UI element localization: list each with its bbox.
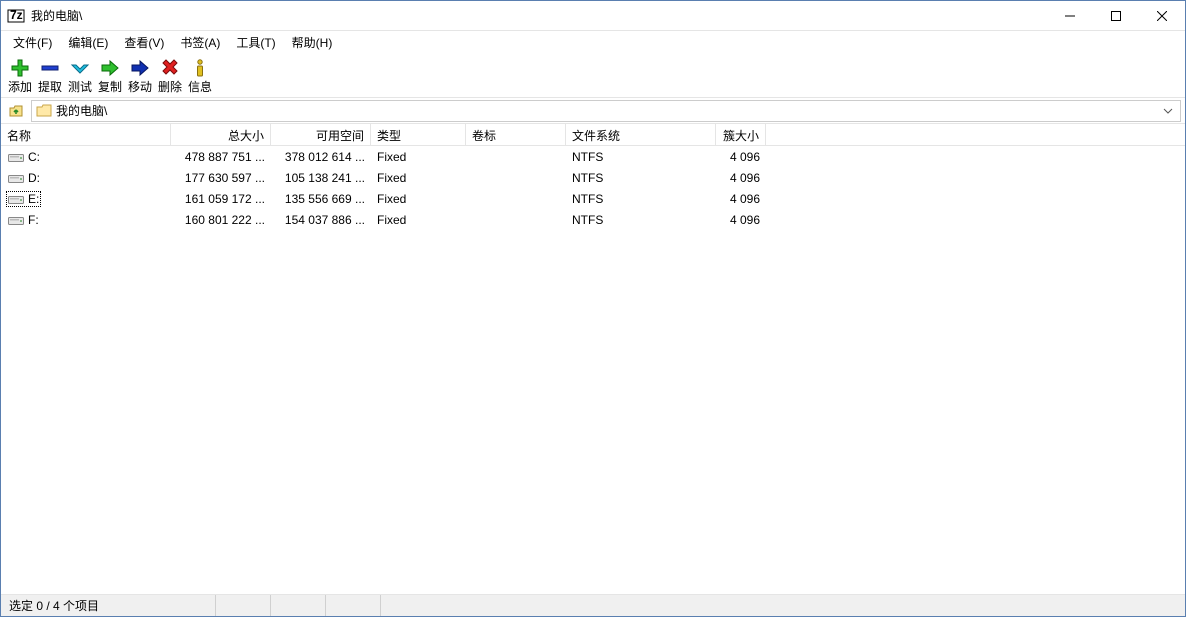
menu-help[interactable]: 帮助(H) — [284, 32, 341, 53]
file-list[interactable]: 名称 总大小 可用空间 类型 卷标 文件系统 簇大小 C: 478 887 751… — [1, 124, 1185, 594]
x-icon — [159, 57, 181, 79]
cell-label — [466, 176, 566, 180]
cell-cluster: 4 096 — [716, 148, 766, 166]
table-row[interactable]: E: 161 059 172 ...135 556 669 ...Fixed NTF… — [1, 188, 1185, 209]
info-button[interactable]: 信息 — [185, 55, 215, 97]
status-blank-1 — [216, 595, 271, 616]
info-label: 信息 — [188, 79, 212, 95]
extract-label: 提取 — [38, 79, 62, 95]
table-row[interactable]: C: 478 887 751 ...378 012 614 ...Fixed NTF… — [1, 146, 1185, 167]
col-header-cluster[interactable]: 簇大小 — [716, 124, 766, 145]
titlebar: 7z 我的电脑\ — [1, 1, 1185, 31]
extract-button[interactable]: 提取 — [35, 55, 65, 97]
arrow-right-hollow-icon — [99, 57, 121, 79]
drive-icon — [8, 172, 24, 184]
drive-name: D: — [28, 171, 40, 185]
add-button[interactable]: 添加 — [5, 55, 35, 97]
menu-edit[interactable]: 编辑(E) — [60, 32, 116, 53]
cell-type: Fixed — [371, 211, 466, 229]
app-icon: 7z — [7, 7, 25, 25]
cell-type: Fixed — [371, 148, 466, 166]
app-window: 7z 我的电脑\ 文件(F) 编辑(E) 查看(V) 书签(A) 工具(T) 帮… — [0, 0, 1186, 617]
drive-name: F: — [28, 213, 39, 227]
toolbar: 添加 提取 测试 复制 移动 — [1, 53, 1185, 98]
addressbar: 我的电脑\ — [1, 98, 1185, 124]
arrow-right-icon — [129, 57, 151, 79]
col-header-type[interactable]: 类型 — [371, 124, 466, 145]
drive-name: E: — [28, 192, 39, 206]
statusbar: 选定 0 / 4 个项目 — [1, 594, 1185, 616]
col-header-size[interactable]: 总大小 — [171, 124, 271, 145]
test-button[interactable]: 测试 — [65, 55, 95, 97]
window-controls — [1047, 1, 1185, 31]
cell-size: 161 059 172 ... — [171, 190, 271, 208]
cell-label — [466, 218, 566, 222]
address-text: 我的电脑\ — [56, 102, 1160, 119]
folder-icon — [36, 103, 52, 119]
cell-cluster: 4 096 — [716, 169, 766, 187]
cell-free: 105 138 241 ... — [271, 169, 371, 187]
move-button[interactable]: 移动 — [125, 55, 155, 97]
col-header-fs[interactable]: 文件系统 — [566, 124, 716, 145]
drive-name: C: — [28, 150, 40, 164]
menu-file[interactable]: 文件(F) — [5, 32, 60, 53]
col-header-name[interactable]: 名称 — [1, 124, 171, 145]
address-field[interactable]: 我的电脑\ — [31, 100, 1181, 122]
cell-free: 154 037 886 ... — [271, 211, 371, 229]
cell-free: 135 556 669 ... — [271, 190, 371, 208]
cell-name: D: — [1, 169, 171, 187]
cell-fs: NTFS — [566, 190, 716, 208]
cell-type: Fixed — [371, 190, 466, 208]
column-headers: 名称 总大小 可用空间 类型 卷标 文件系统 簇大小 — [1, 124, 1185, 146]
info-icon — [189, 57, 211, 79]
minimize-button[interactable] — [1047, 1, 1093, 31]
minus-icon — [39, 57, 61, 79]
menubar: 文件(F) 编辑(E) 查看(V) 书签(A) 工具(T) 帮助(H) — [1, 31, 1185, 53]
rows-container: C:478 887 751 ...378 012 614 ...FixedNTF… — [1, 146, 1185, 230]
move-label: 移动 — [128, 79, 152, 95]
menu-bookmark[interactable]: 书签(A) — [172, 32, 228, 53]
cell-size: 478 887 751 ... — [171, 148, 271, 166]
delete-label: 删除 — [158, 79, 182, 95]
col-header-free[interactable]: 可用空间 — [271, 124, 371, 145]
cell-name: E: — [1, 190, 171, 208]
address-dropdown[interactable] — [1160, 101, 1176, 121]
cell-size: 160 801 222 ... — [171, 211, 271, 229]
drive-icon — [8, 151, 24, 163]
cell-cluster: 4 096 — [716, 190, 766, 208]
cell-fs: NTFS — [566, 169, 716, 187]
maximize-button[interactable] — [1093, 1, 1139, 31]
drive-icon — [8, 214, 24, 226]
table-row[interactable]: F: 160 801 222 ...154 037 886 ...Fixed NTF… — [1, 209, 1185, 230]
delete-button[interactable]: 删除 — [155, 55, 185, 97]
menu-tools[interactable]: 工具(T) — [228, 32, 283, 53]
check-icon — [69, 57, 91, 79]
cell-fs: NTFS — [566, 148, 716, 166]
status-blank-3 — [326, 595, 381, 616]
cell-fs: NTFS — [566, 211, 716, 229]
table-row[interactable]: D: 177 630 597 ...105 138 241 ...Fixed NTF… — [1, 167, 1185, 188]
copy-button[interactable]: 复制 — [95, 55, 125, 97]
cell-name: F: — [1, 211, 171, 229]
add-label: 添加 — [8, 79, 32, 95]
cell-free: 378 012 614 ... — [271, 148, 371, 166]
drive-icon — [8, 193, 24, 205]
window-title: 我的电脑\ — [31, 7, 1047, 24]
svg-text:7z: 7z — [10, 8, 23, 22]
menu-view[interactable]: 查看(V) — [116, 32, 172, 53]
cell-cluster: 4 096 — [716, 211, 766, 229]
copy-label: 复制 — [98, 79, 122, 95]
cell-label — [466, 155, 566, 159]
up-button[interactable] — [5, 100, 27, 122]
plus-icon — [9, 57, 31, 79]
cell-type: Fixed — [371, 169, 466, 187]
status-blank-2 — [271, 595, 326, 616]
status-selection: 选定 0 / 4 个项目 — [1, 595, 216, 616]
cell-size: 177 630 597 ... — [171, 169, 271, 187]
cell-name: C: — [1, 148, 171, 166]
test-label: 测试 — [68, 79, 92, 95]
cell-label — [466, 197, 566, 201]
close-button[interactable] — [1139, 1, 1185, 31]
col-header-label[interactable]: 卷标 — [466, 124, 566, 145]
